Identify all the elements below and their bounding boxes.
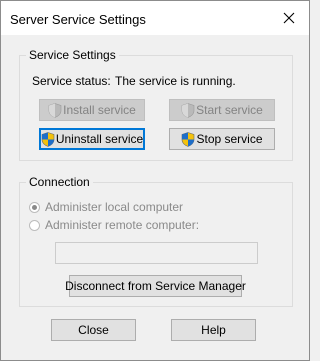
install-service-button[interactable]: Install service: [39, 99, 145, 121]
window-title: Server Service Settings: [10, 12, 146, 27]
disconnect-label: Disconnect from Service Manager: [65, 279, 246, 293]
uac-shield-icon: [181, 102, 195, 118]
install-service-label: Install service: [63, 103, 136, 117]
administer-local-radio[interactable]: Administer local computer: [29, 200, 183, 214]
connection-legend: Connection: [26, 175, 93, 189]
radio-indicator: [29, 201, 40, 213]
radio-indicator: [29, 219, 40, 231]
close-label: Close: [78, 323, 109, 337]
disconnect-button[interactable]: Disconnect from Service Manager: [65, 275, 246, 297]
stop-service-label: Stop service: [196, 132, 263, 146]
remote-computer-input[interactable]: [55, 242, 258, 264]
help-button[interactable]: Help: [171, 319, 256, 341]
service-status-label: Service status:: [32, 74, 111, 88]
close-icon: [283, 12, 295, 24]
close-button[interactable]: Close: [51, 319, 136, 341]
uac-shield-icon: [182, 131, 195, 147]
stop-service-button[interactable]: Stop service: [169, 128, 275, 150]
administer-remote-label: Administer remote computer:: [45, 218, 200, 232]
service-settings-legend: Service Settings: [26, 48, 119, 62]
uac-shield-icon: [41, 131, 55, 147]
title-bar: Server Service Settings: [1, 1, 309, 35]
uninstall-service-label: Uninstall service: [55, 132, 144, 146]
administer-remote-radio[interactable]: Administer remote computer:: [29, 218, 199, 232]
close-window-button[interactable]: [269, 1, 309, 35]
service-status-value: The service is running.: [115, 74, 236, 88]
dialog-window: Server Service Settings Service Settings…: [0, 0, 310, 361]
help-label: Help: [201, 323, 226, 337]
start-service-button[interactable]: Start service: [169, 99, 275, 121]
start-service-label: Start service: [196, 103, 263, 117]
administer-local-label: Administer local computer: [45, 200, 184, 214]
uac-shield-icon: [48, 102, 62, 118]
uninstall-service-button[interactable]: Uninstall service: [39, 128, 145, 150]
